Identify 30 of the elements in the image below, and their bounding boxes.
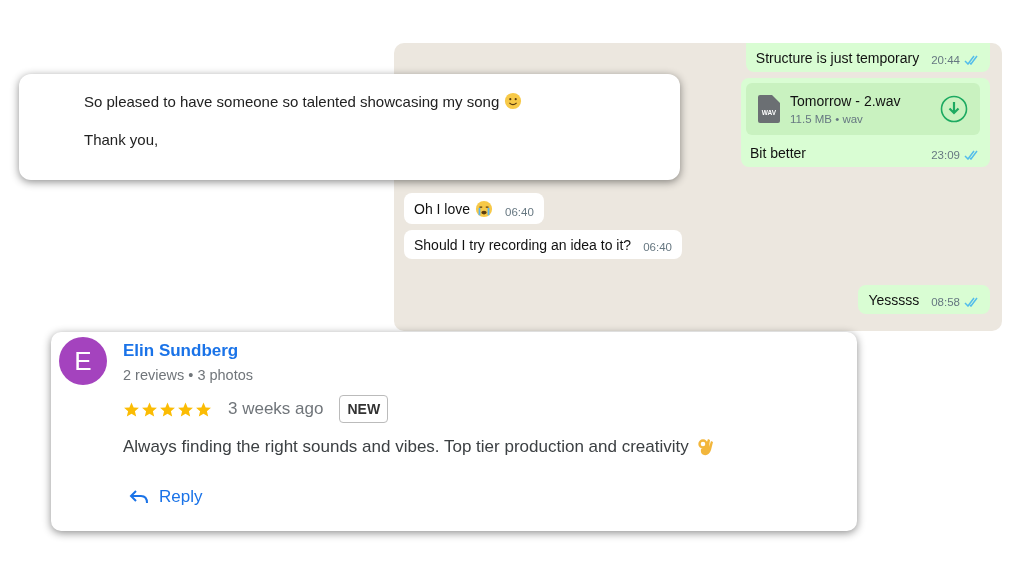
reviewer-meta: 2 reviews • 3 photos — [123, 367, 253, 383]
message-text: Structure is just temporary — [755, 50, 920, 66]
star-icon — [159, 400, 176, 418]
smiling-emoji-icon — [504, 92, 523, 110]
star-icon — [141, 400, 158, 418]
message-text: Yesssss — [868, 292, 920, 308]
avatar: E — [59, 337, 107, 385]
message-text: Bit better — [750, 145, 807, 161]
star-icon — [195, 400, 212, 418]
file-info: 11.5 MB • wav — [790, 113, 864, 125]
reply-link[interactable]: Reply — [123, 483, 209, 511]
download-icon[interactable] — [940, 95, 968, 123]
star-icon — [177, 400, 194, 418]
email-text: Thank you, — [84, 131, 159, 148]
message-text: Oh I love — [414, 200, 494, 218]
message-time: 23:09 — [931, 149, 980, 161]
file-name: Tomorrow - 2.wav — [790, 93, 902, 109]
email-text: So pleased to have someone so talented showcasing my song — [84, 92, 500, 110]
review-time: 3 weeks ago — [228, 399, 324, 419]
review-text: Always finding the right sounds and vibes. Top tier production and creativity — [123, 437, 689, 457]
crying-emoji-icon — [475, 200, 494, 218]
message-time: 06:40 — [643, 241, 672, 253]
reviewer-name[interactable]: Elin Sundberg — [123, 341, 253, 361]
message-time: 06:40 — [505, 206, 534, 218]
new-badge: NEW — [339, 395, 389, 423]
reply-icon — [129, 489, 149, 505]
star-icon — [123, 400, 140, 418]
message-time: 08:58 — [931, 296, 980, 308]
message-text: Should I try recording an idea to it? — [414, 237, 632, 253]
message-time: 20:44 — [931, 54, 980, 66]
